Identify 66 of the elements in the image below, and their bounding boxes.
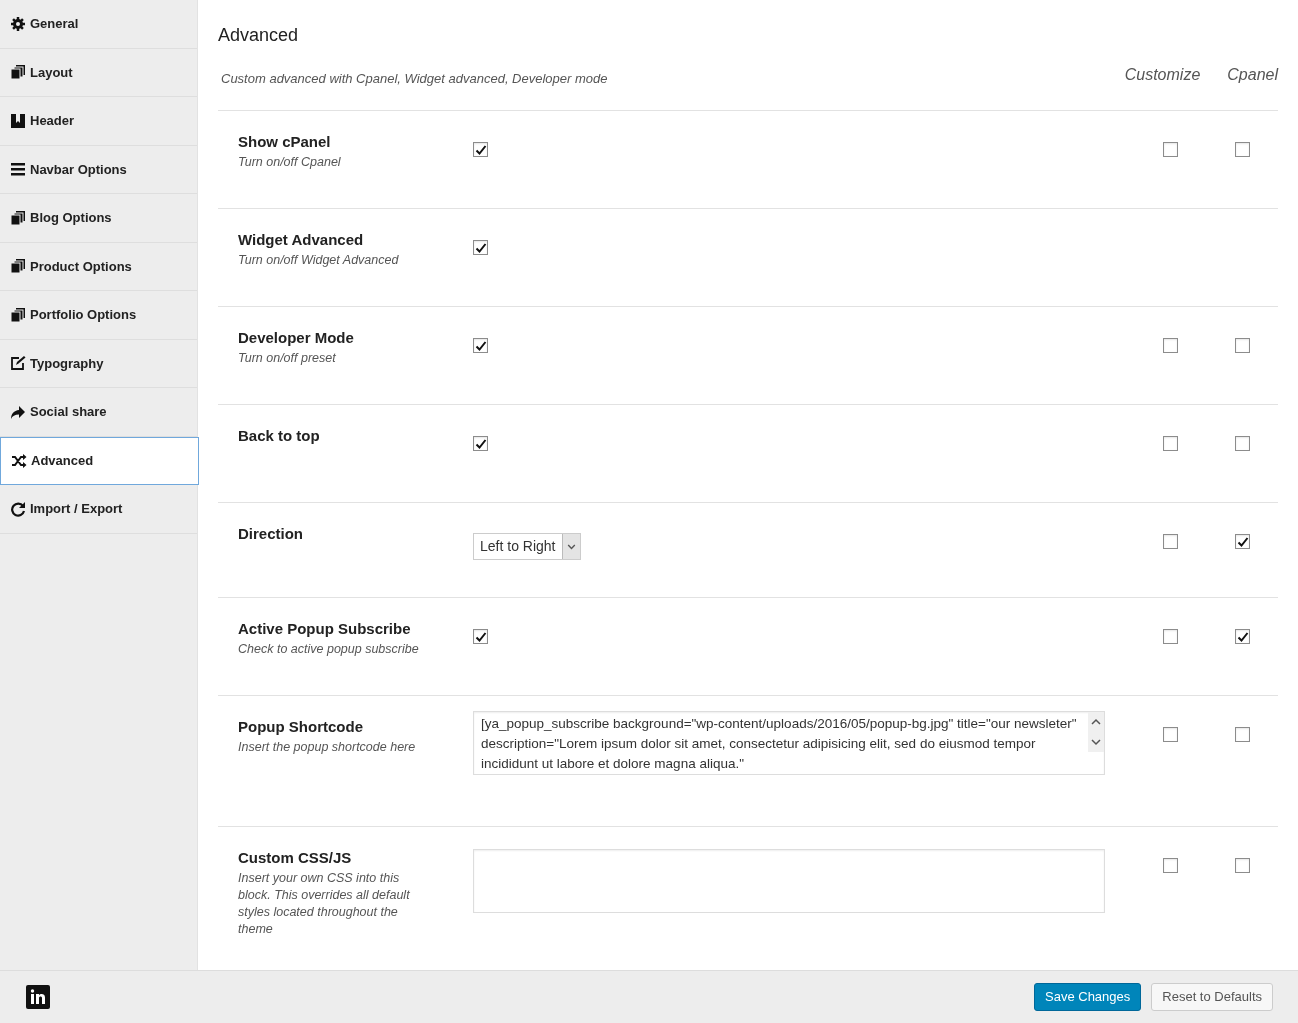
- sidebar-item[interactable]: Header: [0, 97, 197, 146]
- option-hint: Turn on/off preset: [238, 349, 337, 367]
- option-checkbox[interactable]: [473, 629, 488, 644]
- sidebar-item[interactable]: Typography: [0, 339, 197, 388]
- customize-checkbox[interactable]: [1163, 534, 1178, 549]
- option-hint: Turn on/off Widget Advanced: [238, 251, 400, 269]
- caret-icon: [561, 534, 580, 559]
- option-hint: Insert your own CSS into this block. This overrides all default styles located throughout the theme: [238, 869, 411, 938]
- stacked-pages-icon: [10, 306, 26, 323]
- sidebar-item[interactable]: Advanced: [0, 436, 199, 485]
- option-hint: Insert the popup shortcode here: [238, 738, 417, 756]
- customize-checkbox[interactable]: [1163, 858, 1178, 873]
- option-title: Custom CSS/JS: [238, 848, 353, 868]
- edit-icon: [10, 355, 26, 372]
- cpanel-checkbox[interactable]: [1235, 534, 1250, 549]
- menu-icon: [10, 161, 26, 178]
- sidebar-item[interactable]: Blog Options: [0, 194, 197, 243]
- section-title: Advanced: [218, 24, 300, 47]
- option-title: Show cPanel: [238, 132, 332, 152]
- cpanel-checkbox[interactable]: [1235, 629, 1250, 644]
- option-checkbox[interactable]: [473, 142, 488, 157]
- option-title: Active Popup Subscribe: [238, 619, 412, 639]
- option-hint: Check to active popup subscribe: [238, 640, 420, 658]
- cpanel-checkbox[interactable]: [1235, 858, 1250, 873]
- stacked-pages-icon: [10, 64, 26, 81]
- text-area[interactable]: [ya_popup_subscribe background="wp-content/uploads/2016/05/popup-bg.jpg" title="our newsleter" description="Lorem ipsum dolor sit amet, consectetur adipisicing elit, sed do eiusmod tempor incididunt ut labore et dolore magna aliqua.": [473, 711, 1105, 775]
- option-title: Widget Advanced: [238, 230, 365, 250]
- cpanel-checkbox[interactable]: [1235, 727, 1250, 742]
- sidebar-item[interactable]: General: [0, 0, 197, 49]
- customize-checkbox[interactable]: [1163, 338, 1178, 353]
- sidebar-item[interactable]: Portfolio Options: [0, 291, 197, 340]
- sidebar-item[interactable]: Layout: [0, 48, 197, 97]
- stacked-pages-icon: [10, 209, 26, 226]
- option-title: Popup Shortcode: [238, 717, 364, 737]
- option-checkbox[interactable]: [473, 436, 488, 451]
- cpanel-checkbox[interactable]: [1235, 142, 1250, 157]
- direction-select[interactable]: Left to Right: [473, 533, 581, 560]
- cpanel-checkbox[interactable]: [1235, 436, 1250, 451]
- linkedin-logo-icon: [26, 985, 50, 1009]
- share-arrow-icon: [10, 403, 26, 420]
- refresh-icon: [10, 500, 26, 517]
- option-title: Back to top: [238, 426, 321, 446]
- option-checkbox[interactable]: [473, 240, 488, 255]
- option-title: Direction: [238, 524, 304, 544]
- stacked-pages-icon: [10, 258, 26, 275]
- option-checkbox[interactable]: [473, 338, 488, 353]
- bookmark-icon: [10, 112, 26, 129]
- option-title: Developer Mode: [238, 328, 355, 348]
- column-header: Cpanel: [1227, 65, 1278, 85]
- section-description: Custom advanced with Cpanel, Widget advanced, Developer mode: [220, 70, 609, 88]
- sidebar-item[interactable]: Product Options: [0, 242, 197, 291]
- customize-checkbox[interactable]: [1163, 142, 1178, 157]
- customize-checkbox[interactable]: [1163, 436, 1178, 451]
- shuffle-icon: [11, 452, 27, 469]
- cpanel-checkbox[interactable]: [1235, 338, 1250, 353]
- customize-checkbox[interactable]: [1163, 727, 1178, 742]
- gear-icon: [10, 15, 26, 32]
- save-button[interactable]: Save Changes: [1034, 983, 1142, 1011]
- column-header: Customize: [1124, 65, 1201, 85]
- sidebar-item[interactable]: Import / Export: [0, 485, 197, 534]
- customize-checkbox[interactable]: [1163, 629, 1178, 644]
- sidebar-item[interactable]: Social share: [0, 388, 197, 437]
- scrollbar-arrows-icon: [1088, 712, 1104, 752]
- option-hint: Turn on/off Cpanel: [238, 153, 342, 171]
- sidebar-item[interactable]: Navbar Options: [0, 145, 197, 194]
- reset-button[interactable]: Reset to Defaults: [1151, 983, 1273, 1011]
